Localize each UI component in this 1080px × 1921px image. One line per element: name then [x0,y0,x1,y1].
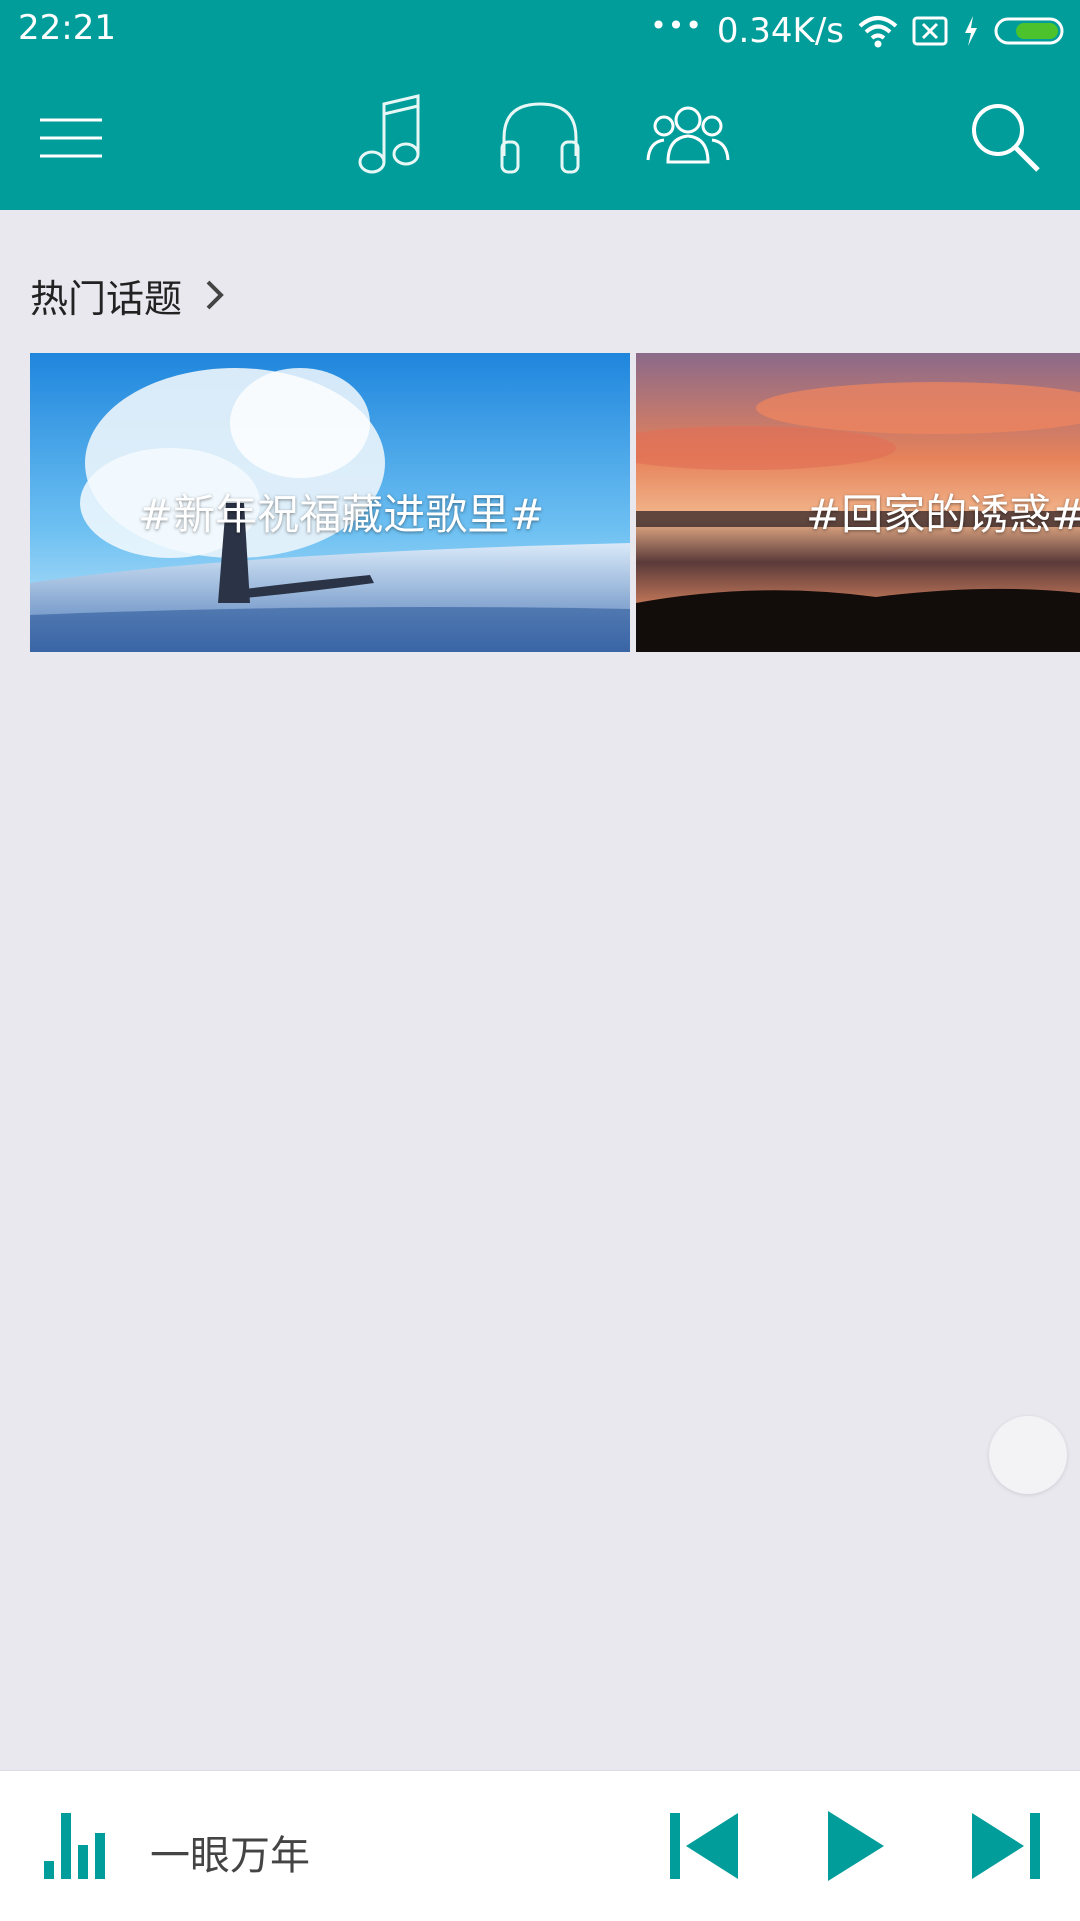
topic-card[interactable]: #回家的诱惑# [636,353,1080,652]
hot-topics-header[interactable]: 热门话题 [30,270,226,321]
equalizer-icon [44,1813,105,1879]
menu-icon[interactable] [32,102,110,172]
headphones-icon[interactable] [496,98,584,178]
music-note-icon[interactable] [352,90,424,180]
status-bar: 22:21 ••• 0.34K/s [0,0,1080,62]
player-bar[interactable]: 一眼万年 [0,1770,1080,1921]
status-time: 22:21 [18,8,116,48]
floating-button[interactable] [989,1416,1067,1494]
play-icon[interactable] [824,1809,886,1883]
app-bar [0,62,1080,210]
friends-icon[interactable] [646,100,730,172]
network-speed: 0.34K/s [716,11,844,51]
status-indicators: ••• 0.34K/s [650,10,1066,52]
wifi-icon [858,16,898,48]
chevron-right-icon [206,280,224,310]
topic-card[interactable]: #新年祝福藏进歌里# [30,353,630,652]
battery-icon [994,17,1064,45]
next-icon[interactable] [970,1811,1042,1881]
sim-error-icon [912,16,948,46]
topic-label: #新年祝福藏进歌里# [138,490,545,539]
section-title: 热门话题 [30,276,183,321]
previous-icon[interactable] [668,1811,740,1881]
charging-icon [965,16,977,46]
topic-label: #回家的诱惑# [806,490,1080,539]
more-dots-icon: ••• [650,9,703,42]
search-icon[interactable] [966,98,1042,174]
song-title: 一眼万年 [150,1833,310,1879]
